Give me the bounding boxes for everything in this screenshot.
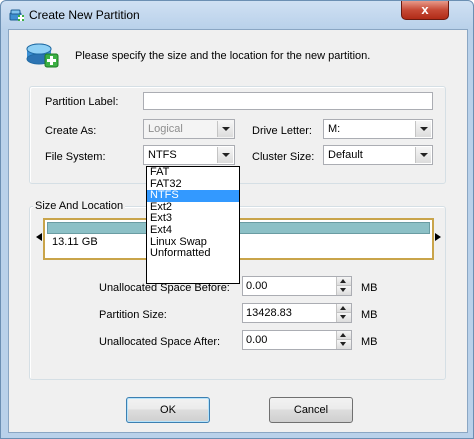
file-system-label: File System:: [45, 151, 106, 163]
partition-size-input[interactable]: 13428.83: [242, 303, 352, 323]
file-system-dropdown: FAT FAT32 NTFS Ext2 Ext3 Ext4 Linux Swap…: [146, 166, 240, 284]
spin-up-icon[interactable]: [336, 331, 351, 340]
cancel-button[interactable]: Cancel: [269, 397, 353, 423]
ok-button[interactable]: OK: [126, 397, 210, 423]
close-icon: x: [421, 2, 429, 17]
new-partition-icon: [26, 43, 59, 68]
spin-up-icon[interactable]: [336, 277, 351, 286]
close-button[interactable]: x: [401, 1, 449, 20]
unallocated-after-unit: MB: [361, 336, 378, 348]
partition-size-label: Partition Size:: [99, 309, 167, 321]
disk-size-label: 13.11 GB: [52, 236, 98, 248]
instruction-text: Please specify the size and the location…: [75, 50, 371, 62]
file-system-option[interactable]: Unformatted: [147, 248, 239, 260]
create-as-value: Logical: [148, 123, 183, 135]
partition-size-unit: MB: [361, 309, 378, 321]
dialog-window: Create New Partition x Please specify th…: [0, 0, 474, 439]
cluster-size-value: Default: [328, 149, 363, 161]
file-system-select[interactable]: NTFS: [143, 145, 235, 165]
unallocated-before-value: 0.00: [246, 280, 268, 292]
window-title: Create New Partition: [29, 8, 140, 22]
left-resize-handle[interactable]: [36, 233, 42, 241]
chevron-down-icon: [217, 147, 233, 163]
partition-app-icon: [9, 9, 24, 21]
file-system-value: NTFS: [148, 149, 177, 161]
unallocated-before-input[interactable]: 0.00: [242, 276, 352, 296]
unallocated-before-unit: MB: [361, 282, 378, 294]
spin-down-icon[interactable]: [336, 340, 351, 349]
create-as-label: Create As:: [45, 125, 97, 137]
partition-label-input[interactable]: [143, 92, 433, 110]
right-resize-handle[interactable]: [435, 233, 441, 241]
spin-down-icon[interactable]: [336, 313, 351, 322]
title-bar[interactable]: Create New Partition x: [1, 1, 473, 29]
unallocated-after-value: 0.00: [246, 334, 268, 346]
drive-letter-value: M:: [328, 123, 341, 135]
spin-up-icon[interactable]: [336, 304, 351, 313]
dialog-body: Please specify the size and the location…: [8, 29, 468, 433]
chevron-down-icon: [415, 121, 431, 137]
drive-letter-label: Drive Letter:: [252, 125, 312, 137]
partition-size-value: 13428.83: [246, 307, 292, 319]
file-system-option[interactable]: Ext4: [147, 224, 239, 237]
unallocated-after-input[interactable]: 0.00: [242, 330, 352, 350]
size-location-title: Size And Location: [33, 200, 126, 212]
spin-down-icon[interactable]: [336, 286, 351, 295]
cluster-size-select[interactable]: Default: [323, 145, 433, 165]
chevron-down-icon: [415, 147, 431, 163]
unallocated-after-label: Unallocated Space After:: [99, 336, 221, 348]
create-as-select[interactable]: Logical: [143, 119, 235, 139]
partition-label-label: Partition Label:: [45, 96, 119, 108]
file-system-option[interactable]: FAT: [147, 166, 239, 179]
cluster-size-label: Cluster Size:: [252, 151, 315, 163]
chevron-down-icon: [217, 121, 233, 137]
drive-letter-select[interactable]: M:: [323, 119, 433, 139]
